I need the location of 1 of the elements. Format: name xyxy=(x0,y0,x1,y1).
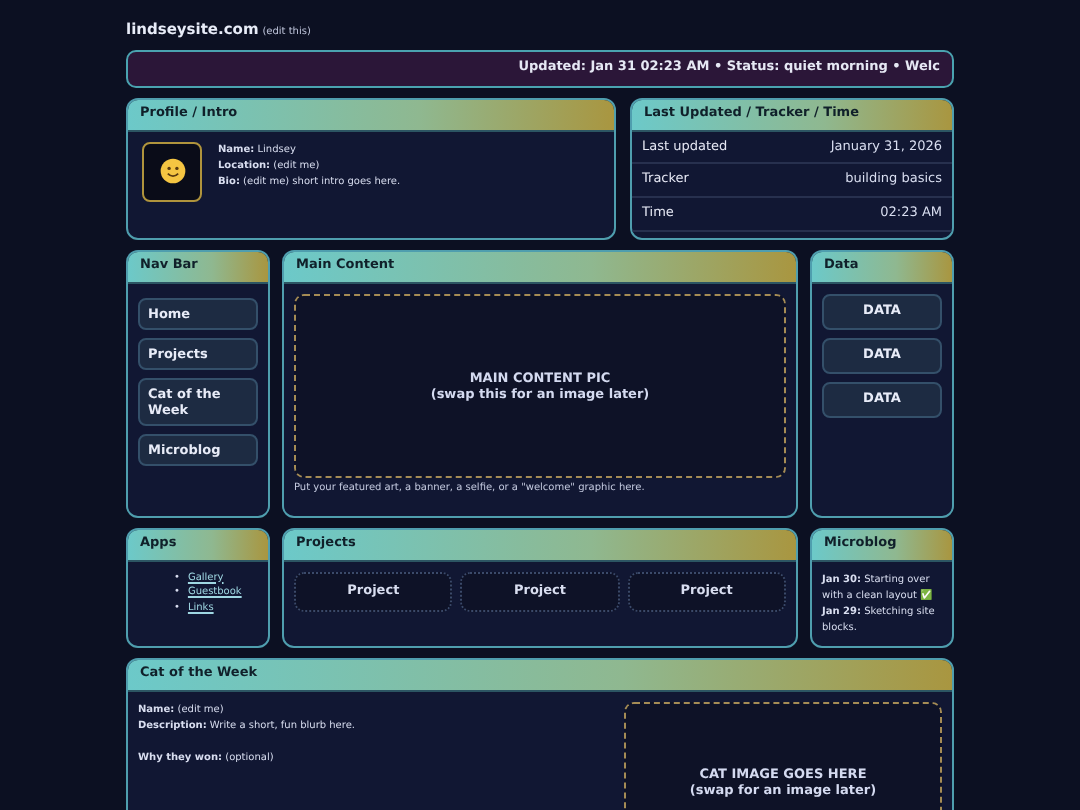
smiley-icon xyxy=(159,158,185,184)
